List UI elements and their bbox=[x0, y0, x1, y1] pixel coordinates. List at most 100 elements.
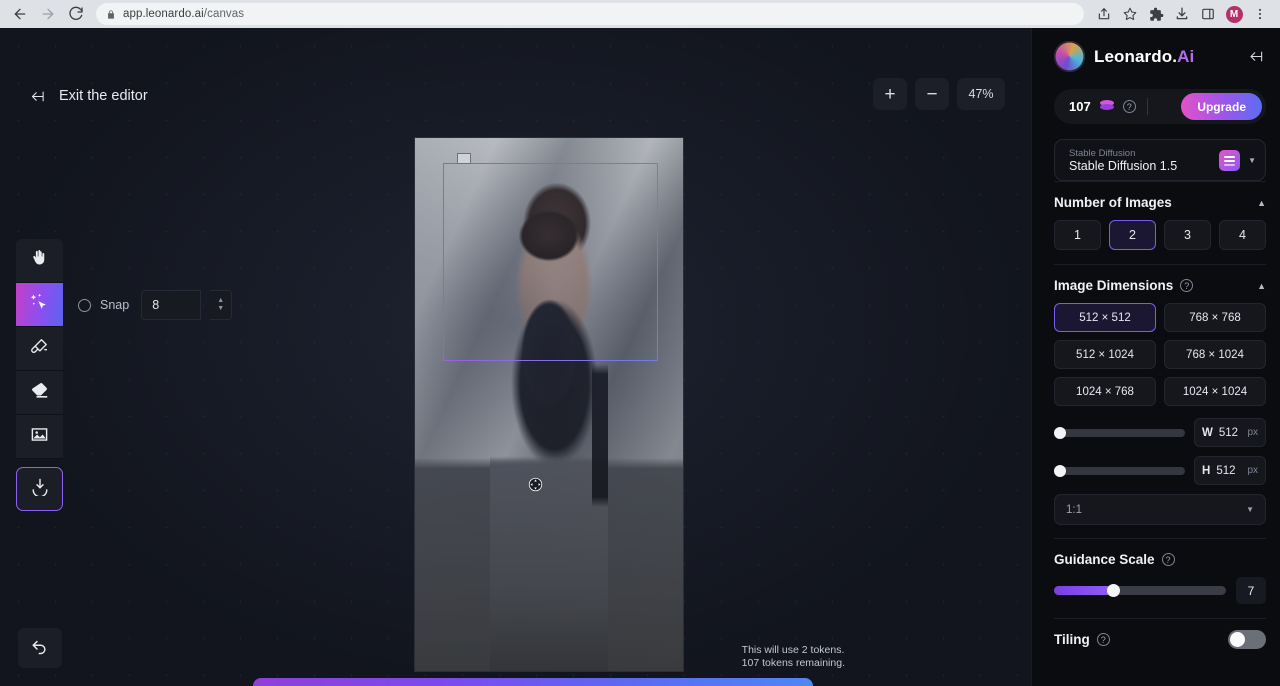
zoom-in-button[interactable]: + bbox=[873, 78, 907, 110]
three-dot-menu-icon[interactable] bbox=[1248, 2, 1272, 26]
dimension-option-512x1024[interactable]: 512 × 1024 bbox=[1054, 340, 1156, 369]
address-bar[interactable]: app.leonardo.ai/canvas bbox=[96, 3, 1084, 25]
width-value: 512 bbox=[1218, 426, 1239, 439]
dimension-option-1024x768[interactable]: 1024 × 768 bbox=[1054, 377, 1156, 406]
avatar[interactable]: M bbox=[1222, 2, 1246, 26]
help-circle-icon[interactable]: ? bbox=[1122, 100, 1136, 113]
chevron-up-icon[interactable]: ▲ bbox=[1257, 198, 1266, 208]
upgrade-button[interactable]: Upgrade bbox=[1181, 93, 1262, 120]
snap-toggle-icon[interactable] bbox=[78, 298, 91, 312]
selection-handle[interactable] bbox=[457, 153, 471, 164]
leonardo-app: Exit the editor + − 47% Snap 8 ▲ ▼ This … bbox=[0, 28, 1280, 686]
help-circle-icon[interactable]: ? bbox=[1161, 553, 1175, 566]
image-upload-tool[interactable] bbox=[16, 415, 63, 459]
snap-label: Snap bbox=[100, 298, 130, 312]
section-header[interactable]: Number of Images ▲ bbox=[1054, 182, 1266, 220]
height-label: H bbox=[1202, 464, 1211, 477]
image-count-option-1[interactable]: 1 bbox=[1054, 220, 1101, 250]
section-header[interactable]: Image Dimensions ? ▲ bbox=[1054, 265, 1266, 303]
reload-button[interactable] bbox=[62, 0, 90, 28]
puzzle-icon[interactable] bbox=[1144, 2, 1168, 26]
stepper-down-icon[interactable]: ▼ bbox=[217, 305, 224, 312]
chevron-up-icon[interactable]: ▲ bbox=[1257, 281, 1266, 291]
browser-toolbar: app.leonardo.ai/canvas M bbox=[0, 0, 1280, 28]
aspect-ratio-select[interactable]: 1:1 ▼ bbox=[1054, 494, 1266, 525]
tool-rail bbox=[16, 239, 63, 511]
browser-action-icons: M bbox=[1092, 2, 1274, 26]
image-count-option-4[interactable]: 4 bbox=[1219, 220, 1266, 250]
snap-stepper[interactable]: ▲ ▼ bbox=[210, 290, 233, 320]
zoom-level-display[interactable]: 47% bbox=[957, 78, 1005, 110]
height-slider[interactable] bbox=[1054, 464, 1185, 477]
tiling-section: Tiling ? bbox=[1054, 618, 1266, 653]
section-title: Image Dimensions bbox=[1054, 278, 1174, 293]
download-tool[interactable] bbox=[16, 467, 63, 511]
model-selector[interactable]: Stable Diffusion Stable Diffusion 1.5 ▼ bbox=[1054, 139, 1266, 181]
coin-stack-icon bbox=[1099, 100, 1114, 113]
toggle-knob bbox=[1230, 632, 1245, 647]
slider-knob[interactable] bbox=[1054, 426, 1066, 439]
slider-knob[interactable] bbox=[1107, 584, 1121, 597]
settings-sidebar: Leonardo.Ai 107 ? Upgrade Stable Diffusi… bbox=[1031, 28, 1280, 686]
exit-arrow-icon bbox=[28, 89, 47, 104]
height-value-box[interactable]: H 512 px bbox=[1194, 456, 1266, 485]
aspect-ratio-value: 1:1 bbox=[1066, 503, 1082, 516]
hand-tool[interactable] bbox=[16, 239, 63, 283]
chevron-down-icon[interactable]: ▼ bbox=[1246, 505, 1254, 514]
eraser-tool[interactable] bbox=[16, 371, 63, 415]
tiling-toggle[interactable] bbox=[1228, 630, 1266, 649]
width-value-box[interactable]: W 512 px bbox=[1194, 418, 1266, 447]
number-of-images-section: Number of Images ▲ 1 2 3 4 bbox=[1054, 181, 1266, 264]
snap-control: Snap 8 ▲ ▼ bbox=[78, 290, 233, 320]
image-count-option-3[interactable]: 3 bbox=[1164, 220, 1211, 250]
height-unit: px bbox=[1247, 465, 1258, 476]
canvas-image[interactable] bbox=[415, 138, 683, 671]
guidance-scale-slider[interactable] bbox=[1054, 584, 1226, 597]
dimension-presets: 512 × 512 768 × 768 512 × 1024 768 × 102… bbox=[1054, 303, 1266, 418]
chevron-down-icon[interactable]: ▼ bbox=[1248, 156, 1256, 165]
snap-input[interactable]: 8 bbox=[141, 290, 202, 320]
paint-brush-icon bbox=[30, 337, 49, 361]
download-icon[interactable] bbox=[1170, 2, 1194, 26]
guidance-scale-section: Guidance Scale ? 7 bbox=[1054, 538, 1266, 618]
token-usage-line: This will use 2 tokens. bbox=[741, 644, 845, 656]
guidance-scale-value[interactable]: 7 bbox=[1236, 577, 1266, 604]
paint-tool[interactable] bbox=[16, 327, 63, 371]
section-header: Guidance Scale ? bbox=[1054, 539, 1266, 577]
star-icon[interactable] bbox=[1118, 2, 1142, 26]
slider-fill bbox=[1054, 586, 1113, 595]
artwork-shading bbox=[415, 138, 683, 671]
image-dimensions-section: Image Dimensions ? ▲ 512 × 512 768 × 768… bbox=[1054, 264, 1266, 525]
side-panel-icon[interactable] bbox=[1196, 2, 1220, 26]
leonardo-logo-icon bbox=[1054, 41, 1085, 72]
model-name: Stable Diffusion 1.5 bbox=[1069, 158, 1178, 173]
image-count-option-2[interactable]: 2 bbox=[1109, 220, 1156, 250]
section-title: Guidance Scale bbox=[1054, 552, 1155, 567]
dimension-option-1024x1024[interactable]: 1024 × 1024 bbox=[1164, 377, 1266, 406]
magic-select-tool[interactable] bbox=[16, 283, 63, 327]
width-slider[interactable] bbox=[1054, 426, 1185, 439]
dimension-option-512x512[interactable]: 512 × 512 bbox=[1054, 303, 1156, 332]
help-circle-icon[interactable]: ? bbox=[1096, 633, 1110, 646]
share-icon[interactable] bbox=[1092, 2, 1116, 26]
zoom-out-button[interactable]: − bbox=[915, 78, 949, 110]
canvas-workspace[interactable]: Exit the editor + − 47% Snap 8 ▲ ▼ This … bbox=[0, 28, 1031, 686]
back-button[interactable] bbox=[6, 0, 34, 28]
dimension-option-768x1024[interactable]: 768 × 1024 bbox=[1164, 340, 1266, 369]
stepper-up-icon[interactable]: ▲ bbox=[217, 297, 224, 304]
profile-initial: M bbox=[1225, 5, 1243, 23]
help-circle-icon[interactable]: ? bbox=[1180, 279, 1194, 292]
height-control: H 512 px bbox=[1054, 456, 1266, 494]
exit-editor-button[interactable]: Exit the editor bbox=[28, 88, 148, 104]
download-icon bbox=[31, 478, 49, 501]
undo-arrow-icon bbox=[31, 637, 49, 660]
dimension-option-768x768[interactable]: 768 × 768 bbox=[1164, 303, 1266, 332]
slider-knob[interactable] bbox=[1054, 464, 1066, 477]
image-icon bbox=[30, 425, 49, 449]
forward-button[interactable] bbox=[34, 0, 62, 28]
undo-button[interactable] bbox=[18, 628, 62, 668]
generate-button-bar[interactable] bbox=[253, 678, 813, 686]
magic-wand-cursor-icon bbox=[30, 292, 50, 317]
token-usage-note: This will use 2 tokens. 107 tokens remai… bbox=[742, 644, 845, 670]
collapse-panel-icon[interactable] bbox=[1246, 49, 1266, 64]
